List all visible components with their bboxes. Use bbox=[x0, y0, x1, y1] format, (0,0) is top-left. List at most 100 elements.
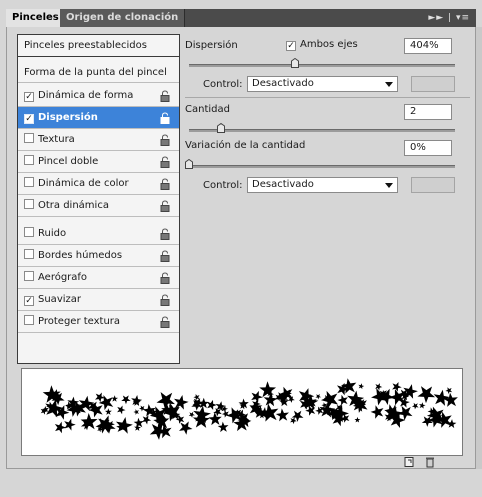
option-label: Dispersión bbox=[38, 112, 98, 123]
brush-presets-button[interactable]: Pinceles preestablecidos bbox=[18, 35, 179, 57]
option-checkbox[interactable] bbox=[24, 315, 34, 325]
control2-value: Desactivado bbox=[252, 179, 314, 190]
count-slider-track[interactable] bbox=[189, 129, 455, 132]
both-axes-checkbox[interactable]: ✓ Ambos ejes bbox=[286, 39, 358, 51]
trash-icon[interactable] bbox=[424, 456, 436, 468]
panel-footer bbox=[13, 483, 482, 497]
lock-icon[interactable] bbox=[159, 272, 171, 284]
control1-select[interactable]: Desactivado bbox=[247, 76, 398, 92]
lock-icon[interactable] bbox=[159, 90, 171, 102]
tab-brushes[interactable]: Pinceles bbox=[6, 9, 66, 27]
panel-menu-icon[interactable]: ►► | ▾≡ bbox=[428, 9, 470, 27]
option-label: Pincel doble bbox=[38, 156, 99, 167]
count-jitter-slider-track[interactable] bbox=[189, 165, 455, 168]
star-mark bbox=[114, 415, 134, 435]
star-mark bbox=[130, 394, 143, 407]
control2-label: Control: bbox=[203, 180, 243, 191]
star-mark bbox=[354, 416, 361, 423]
scrollbar[interactable] bbox=[476, 27, 482, 469]
panel-content: Pinceles preestablecidos Forma de la pun… bbox=[6, 27, 476, 469]
divider bbox=[185, 97, 470, 98]
chevron-down-icon bbox=[385, 183, 393, 188]
star-mark bbox=[79, 410, 101, 433]
brush-option-item[interactable]: Proteger textura bbox=[18, 311, 179, 333]
control1-value: Desactivado bbox=[252, 78, 314, 89]
option-checkbox[interactable]: ✓ bbox=[24, 92, 34, 102]
option-label: Textura bbox=[38, 134, 75, 145]
star-mark bbox=[62, 416, 78, 432]
brush-stroke-preview-image bbox=[39, 375, 461, 442]
brush-option-item[interactable]: Bordes húmedos bbox=[18, 245, 179, 267]
lock-icon[interactable] bbox=[159, 200, 171, 212]
lock-icon[interactable] bbox=[159, 294, 171, 306]
star-mark bbox=[414, 381, 440, 406]
lock-icon[interactable] bbox=[159, 316, 171, 328]
scatter-value-field[interactable]: 404% bbox=[404, 38, 452, 54]
brush-option-item[interactable]: Ruido bbox=[18, 223, 179, 245]
lock-icon[interactable] bbox=[159, 178, 171, 190]
brush-options-list: Pinceles preestablecidos Forma de la pun… bbox=[17, 34, 180, 364]
option-label: Suavizar bbox=[38, 294, 81, 305]
lock-icon[interactable] bbox=[159, 228, 171, 240]
scatter-label: Dispersión bbox=[185, 40, 238, 51]
control2-select[interactable]: Desactivado bbox=[247, 177, 398, 193]
lock-icon[interactable] bbox=[159, 156, 171, 168]
option-checkbox[interactable] bbox=[24, 249, 34, 259]
both-axes-check[interactable]: ✓ bbox=[286, 41, 296, 51]
control2-jitter-field bbox=[411, 177, 455, 193]
star-mark bbox=[119, 392, 133, 406]
star-mark bbox=[94, 412, 118, 434]
star-mark bbox=[373, 381, 384, 392]
star-mark bbox=[192, 392, 202, 402]
star-mark bbox=[444, 385, 455, 396]
brush-tip-shape-item[interactable]: Forma de la punta del pincel bbox=[18, 63, 179, 83]
option-checkbox[interactable]: ✓ bbox=[24, 296, 34, 306]
option-checkbox[interactable] bbox=[24, 271, 34, 281]
lock-icon[interactable] bbox=[159, 112, 171, 124]
both-axes-label: Ambos ejes bbox=[300, 39, 358, 50]
star-mark bbox=[216, 420, 231, 435]
star-mark bbox=[314, 392, 323, 401]
star-mark bbox=[357, 382, 365, 390]
scatter-slider-track[interactable] bbox=[189, 64, 455, 67]
lock-icon[interactable] bbox=[159, 134, 171, 146]
brush-option-item[interactable]: Pincel doble bbox=[18, 151, 179, 173]
option-label: Ruido bbox=[38, 228, 67, 239]
option-checkbox[interactable] bbox=[24, 177, 34, 187]
option-checkbox[interactable] bbox=[24, 155, 34, 165]
count-label: Cantidad bbox=[185, 104, 230, 115]
new-brush-icon[interactable] bbox=[403, 456, 415, 468]
option-checkbox[interactable] bbox=[24, 133, 34, 143]
lock-icon[interactable] bbox=[159, 250, 171, 262]
star-mark bbox=[104, 407, 113, 417]
count-jitter-label: Variación de la cantidad bbox=[185, 140, 306, 151]
brush-option-item[interactable]: ✓ Dispersión bbox=[18, 107, 179, 129]
star-mark bbox=[442, 390, 461, 410]
count-slider-thumb[interactable] bbox=[216, 123, 225, 133]
star-mark bbox=[132, 407, 141, 416]
scatter-slider-thumb[interactable] bbox=[291, 58, 300, 68]
chevron-down-icon bbox=[385, 82, 393, 87]
brush-option-item[interactable]: Aerógrafo bbox=[18, 267, 179, 289]
star-mark bbox=[115, 403, 127, 415]
star-mark bbox=[336, 392, 351, 408]
star-mark bbox=[390, 380, 404, 393]
count-jitter-slider-thumb[interactable] bbox=[185, 159, 193, 169]
brush-option-item[interactable]: Textura bbox=[18, 129, 179, 151]
option-label: Proteger textura bbox=[38, 316, 121, 327]
brush-option-item[interactable]: Dinámica de color bbox=[18, 173, 179, 195]
option-checkbox[interactable] bbox=[24, 227, 34, 237]
option-label: Dinámica de forma bbox=[38, 90, 134, 101]
brush-option-item[interactable]: Otra dinámica bbox=[18, 195, 179, 217]
option-label: Bordes húmedos bbox=[38, 250, 123, 261]
option-label: Aerógrafo bbox=[38, 272, 88, 283]
brush-option-item[interactable]: ✓ Dinámica de forma bbox=[18, 85, 179, 107]
scattered-stars bbox=[39, 375, 461, 442]
count-value-field[interactable]: 2 bbox=[404, 104, 452, 120]
tab-clone-source[interactable]: Origen de clonación bbox=[60, 9, 186, 27]
count-jitter-value-field[interactable]: 0% bbox=[404, 140, 452, 156]
brush-option-item[interactable]: ✓ Suavizar bbox=[18, 289, 179, 311]
option-checkbox[interactable]: ✓ bbox=[24, 114, 34, 124]
brush-panel: Pinceles Origen de clonación ►► | ▾≡ Pin… bbox=[0, 0, 482, 477]
option-checkbox[interactable] bbox=[24, 199, 34, 209]
